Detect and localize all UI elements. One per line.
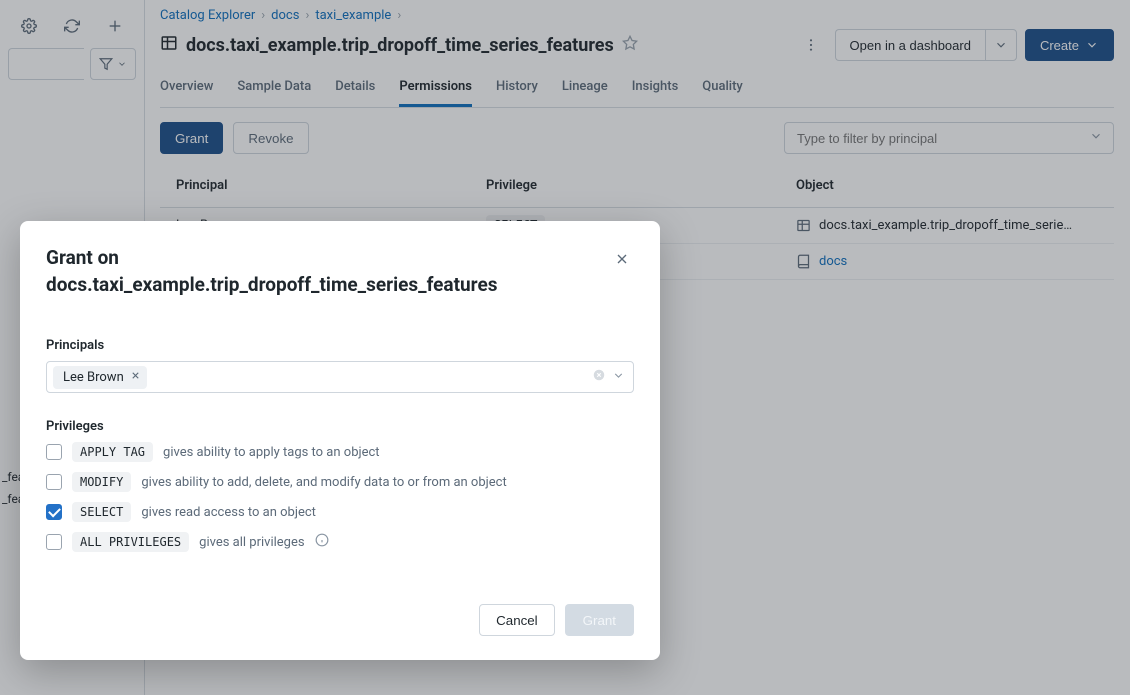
- principal-chip-label: Lee Brown: [63, 370, 124, 385]
- cancel-button[interactable]: Cancel: [479, 604, 555, 636]
- privilege-row: ALL PRIVILEGES gives all privileges: [46, 532, 634, 552]
- privilege-name: MODIFY: [72, 472, 131, 492]
- principals-input[interactable]: Lee Brown: [46, 361, 634, 393]
- privilege-description: gives all privileges: [199, 535, 304, 550]
- privilege-description: gives read access to an object: [141, 505, 316, 520]
- privileges-label: Privileges: [46, 419, 634, 434]
- grant-modal: Grant on docs.taxi_example.trip_dropoff_…: [20, 221, 660, 660]
- privilege-name: APPLY TAG: [72, 442, 153, 462]
- privilege-checkbox[interactable]: [46, 474, 62, 490]
- privilege-name: ALL PRIVILEGES: [72, 532, 189, 552]
- remove-principal-icon[interactable]: [130, 370, 141, 385]
- privilege-row: MODIFY gives ability to add, delete, and …: [46, 472, 634, 492]
- modal-title: Grant on docs.taxi_example.trip_dropoff_…: [46, 245, 598, 298]
- privilege-checkbox[interactable]: [46, 504, 62, 520]
- privilege-description: gives ability to add, delete, and modify…: [141, 475, 506, 490]
- privilege-row: SELECT gives read access to an object: [46, 502, 634, 522]
- chevron-down-icon[interactable]: [612, 369, 625, 386]
- principals-label: Principals: [46, 338, 634, 353]
- privilege-description: gives ability to apply tags to an object: [163, 445, 380, 460]
- privilege-checkbox[interactable]: [46, 534, 62, 550]
- clear-all-icon[interactable]: [592, 368, 606, 386]
- info-icon[interactable]: [315, 533, 329, 551]
- principal-chip: Lee Brown: [53, 366, 147, 389]
- grant-confirm-button[interactable]: Grant: [565, 604, 634, 636]
- privilege-row: APPLY TAG gives ability to apply tags to …: [46, 442, 634, 462]
- close-icon[interactable]: [610, 247, 634, 271]
- privilege-name: SELECT: [72, 502, 131, 522]
- privilege-checkbox[interactable]: [46, 444, 62, 460]
